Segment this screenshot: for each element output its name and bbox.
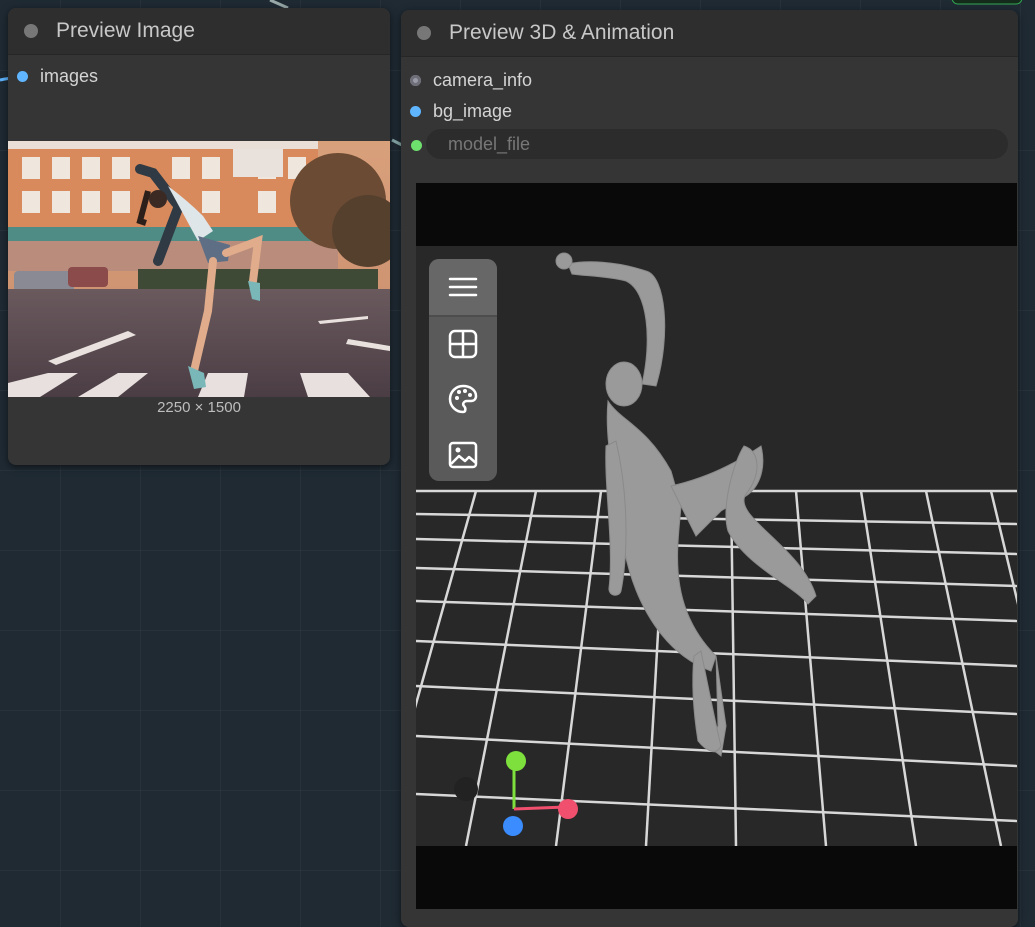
viewport-toolbar <box>429 259 497 481</box>
input-slot-camera-info[interactable]: camera_info <box>410 70 532 91</box>
letterbox-bottom <box>416 846 1017 909</box>
preview-image[interactable] <box>8 141 390 397</box>
node-title: Preview Image <box>56 19 195 42</box>
collapse-dot[interactable] <box>417 26 431 40</box>
image-dimensions-label: 2250 × 1500 <box>157 399 241 416</box>
input-slot-bg-image[interactable]: bg_image <box>410 101 512 122</box>
slot-dot[interactable] <box>410 106 421 117</box>
node-title-bar[interactable]: Preview 3D & Animation <box>401 10 1018 57</box>
menu-button[interactable] <box>429 259 497 317</box>
scene-3d <box>416 252 1017 846</box>
preview-image-node[interactable]: Preview Image images 2250 × 1500 <box>8 8 390 465</box>
palette-button[interactable] <box>429 371 497 427</box>
slot-label: bg_image <box>433 101 513 121</box>
background-image-button[interactable] <box>429 427 497 483</box>
image-icon <box>448 441 478 469</box>
letterbox-top <box>416 183 1017 246</box>
node-title-bar[interactable]: Preview Image <box>8 8 390 55</box>
photo-scene <box>8 141 390 397</box>
slot-dot[interactable] <box>410 75 421 86</box>
palette-icon <box>448 384 478 414</box>
input-slot-images[interactable]: images <box>17 66 98 87</box>
model-file-input[interactable]: model_file <box>426 129 1008 159</box>
model-file-placeholder: model_file <box>448 133 531 154</box>
collapse-dot[interactable] <box>24 24 38 38</box>
node-title: Preview 3D & Animation <box>449 21 675 44</box>
model-file-slot-dot[interactable] <box>411 140 422 151</box>
slot-label: images <box>40 66 99 86</box>
grid-icon <box>448 329 478 359</box>
menu-icon <box>448 277 478 297</box>
grid-button[interactable] <box>429 316 497 372</box>
slot-dot[interactable] <box>17 71 28 82</box>
human-figure <box>555 252 817 757</box>
3d-viewport[interactable] <box>416 183 1017 909</box>
slot-label: camera_info <box>433 70 533 90</box>
preview-3d-node[interactable]: Preview 3D & Animation camera_info bg_im… <box>401 10 1018 927</box>
